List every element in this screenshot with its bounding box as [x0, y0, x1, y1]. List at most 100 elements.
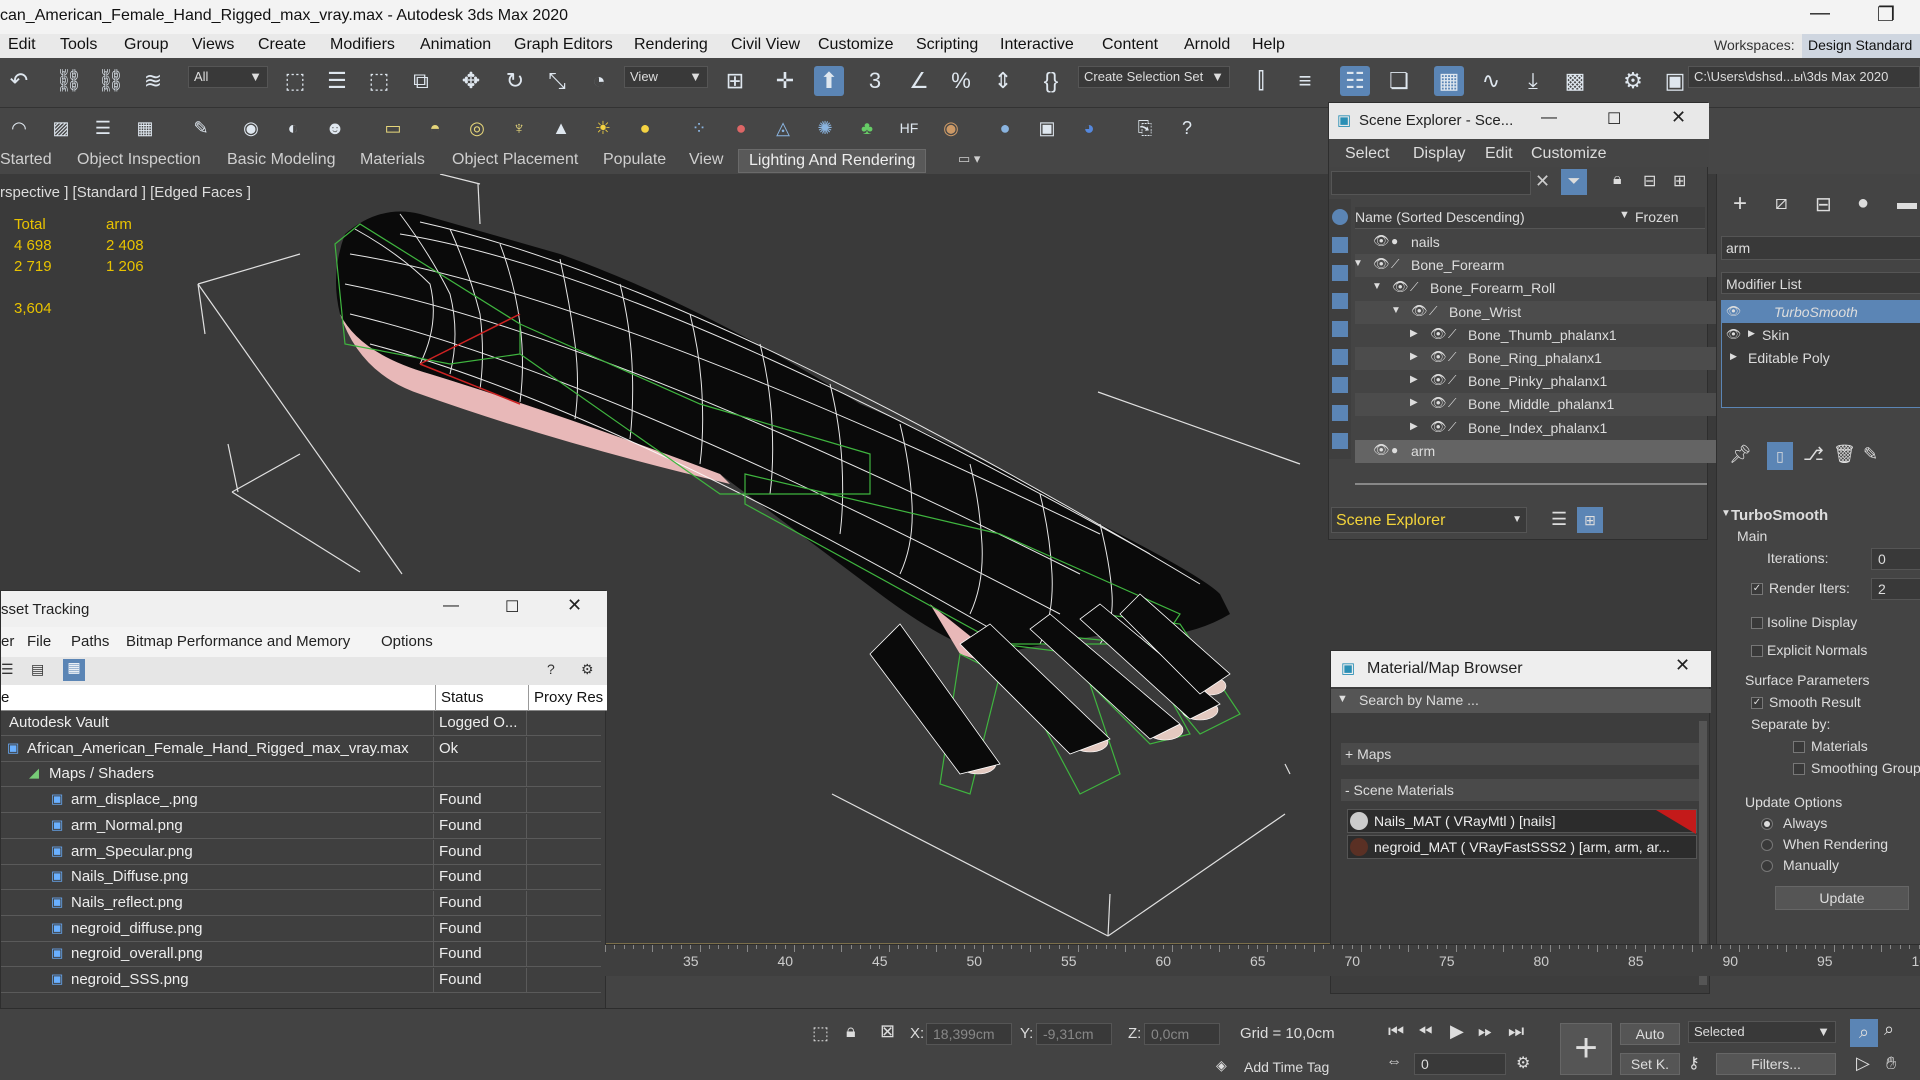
menu-modifiers[interactable]: Modifiers: [330, 36, 395, 54]
make-unique-icon[interactable]: ⎇: [1803, 444, 1824, 465]
list-icon[interactable]: ☰: [88, 113, 118, 143]
tree-item[interactable]: ▼ 👁︎ ⟋ Bone_Forearm_Roll: [1355, 277, 1735, 300]
shapes-filter-icon[interactable]: [1332, 237, 1348, 253]
menu-content[interactable]: Content: [1102, 36, 1158, 54]
menu-customize[interactable]: Customize: [818, 36, 894, 54]
absolute-mode-icon[interactable]: ⊠: [880, 1021, 895, 1042]
menu-civil-view[interactable]: Civil View: [731, 36, 800, 54]
minimize-button[interactable]: —: [1800, 2, 1840, 25]
tree-item[interactable]: ▶ 👁︎ ⟋ Bone_Index_phalanx1: [1355, 417, 1735, 440]
menu-tools[interactable]: Tools: [60, 36, 97, 54]
manually-radio[interactable]: [1761, 860, 1773, 872]
scene-materials-group[interactable]: - Scene Materials: [1341, 779, 1701, 801]
snaps-toggle-icon[interactable]: 3: [860, 66, 890, 96]
tree-item[interactable]: ▼ 👁︎ ⟋ Bone_Forearm: [1353, 254, 1735, 278]
expand-arrow-icon[interactable]: ▼: [1372, 281, 1382, 292]
menu-edit[interactable]: Edit: [1485, 145, 1513, 163]
materials-checkbox[interactable]: [1793, 741, 1805, 753]
image-icon[interactable]: ▨: [46, 113, 76, 143]
menu-arnold[interactable]: Arnold: [1184, 36, 1230, 54]
isoline-checkbox[interactable]: [1751, 617, 1763, 629]
sync-selection-icon[interactable]: ⊞: [1673, 171, 1686, 191]
maximize-button[interactable]: ☐: [505, 597, 519, 617]
next-frame-icon[interactable]: ⏩︎: [1478, 1021, 1492, 1042]
list-view-icon[interactable]: ☰: [1, 661, 14, 678]
tab-view[interactable]: View: [689, 151, 723, 169]
zoom-icon[interactable]: ⌕: [1850, 1019, 1878, 1047]
expand-arrow-icon[interactable]: ▼: [1353, 258, 1363, 269]
lasso-icon[interactable]: ◠: [4, 113, 34, 143]
mirror-icon[interactable]: ⫿: [1246, 66, 1276, 96]
tab-getting-started[interactable]: Started: [0, 151, 52, 169]
settings-icon[interactable]: ⚙: [581, 661, 594, 678]
ambient-light-icon[interactable]: ●: [630, 113, 660, 143]
time-config-icon[interactable]: ⚙: [1516, 1053, 1530, 1073]
selection-lock-icon[interactable]: 🔒︎: [846, 1021, 856, 1042]
lights-filter-icon[interactable]: [1332, 265, 1348, 281]
hierarchy-tab-icon[interactable]: ⊟: [1815, 192, 1832, 217]
proxy-icon[interactable]: ⁘: [684, 113, 714, 143]
vfb-icon[interactable]: ▣: [1032, 113, 1062, 143]
workspace-dropdown[interactable]: Design Standard: [1802, 34, 1920, 58]
when-rendering-radio[interactable]: [1761, 839, 1773, 851]
eye-icon[interactable]: 👁︎: [1411, 303, 1428, 319]
help-icon[interactable]: ?: [1172, 113, 1202, 143]
project-path-dropdown[interactable]: C:\Users\dshsd...ы\3ds Max 2020: [1688, 66, 1920, 88]
create-tab-icon[interactable]: +: [1733, 190, 1747, 218]
stack-item-turbosmooth[interactable]: 👁︎ TurboSmooth: [1722, 301, 1920, 323]
schematic-view-icon[interactable]: ⤓: [1518, 66, 1548, 96]
box-light-icon[interactable]: ▭: [378, 113, 408, 143]
menu-create[interactable]: Create: [258, 36, 306, 54]
stack-item-skin[interactable]: 👁︎ ▶ Skin: [1722, 324, 1920, 346]
clear-search-icon[interactable]: ✕: [1535, 171, 1550, 192]
col-proxy-header[interactable]: Proxy Res: [534, 689, 603, 706]
timeline-ruler[interactable]: 35 40 45 50 55 60 65 70 75 80 85 90 95 100: [605, 944, 1920, 976]
table-row[interactable]: ▣ negroid_SSS.png Found: [1, 968, 601, 993]
sphere-fade-icon[interactable]: ✺: [810, 113, 840, 143]
material-editor-icon[interactable]: ▩: [1560, 66, 1590, 96]
ies-light-icon[interactable]: ▲: [546, 113, 576, 143]
rotate-icon[interactable]: ↻: [500, 66, 530, 96]
table-row[interactable]: ▣ negroid_diffuse.png Found: [1, 916, 601, 942]
tree-item[interactable]: ▶ 👁︎ ⟋ Bone_Ring_phalanx1: [1355, 347, 1735, 370]
grid-icon[interactable]: ▦: [130, 113, 160, 143]
link-icon[interactable]: ⛓: [54, 66, 84, 96]
smoothing-groups-checkbox[interactable]: [1793, 763, 1805, 775]
layer-explorer-icon[interactable]: ❏: [1384, 66, 1414, 96]
pivot-center-icon[interactable]: ⊞: [720, 66, 750, 96]
table-row[interactable]: ▣ arm_Specular.png Found: [1, 839, 601, 865]
prev-frame-icon[interactable]: ⏪︎: [1418, 1021, 1432, 1042]
tab-basic-modeling[interactable]: Basic Modeling: [227, 151, 336, 169]
eye-icon[interactable]: 👁︎: [1430, 419, 1447, 435]
render-iters-checkbox[interactable]: ✓: [1751, 583, 1763, 595]
rect-region-icon[interactable]: ⬚: [364, 66, 394, 96]
tag-icon[interactable]: ◈: [1216, 1057, 1227, 1074]
table-row[interactable]: ▣ arm_displace_.png Found: [1, 788, 601, 814]
unlink-icon[interactable]: ⛓: [96, 66, 126, 96]
select-object-icon[interactable]: ⬚: [280, 66, 310, 96]
restore-button[interactable]: ❐: [1866, 2, 1906, 27]
expand-arrow-icon[interactable]: ▶: [1410, 397, 1418, 408]
selection-set-dropdown[interactable]: Create Selection Set ▼: [1078, 66, 1230, 88]
table-view-icon[interactable]: ▦: [63, 659, 85, 681]
menu-animation[interactable]: Animation: [420, 36, 491, 54]
maps-group[interactable]: + Maps: [1341, 743, 1701, 765]
goto-end-icon[interactable]: ⏭: [1508, 1021, 1524, 1042]
table-row[interactable]: Autodesk Vault Logged O...: [1, 711, 601, 736]
motion-tab-icon[interactable]: ●: [1857, 192, 1869, 215]
close-button[interactable]: ✕: [1675, 655, 1690, 676]
auto-key-button[interactable]: Auto: [1620, 1023, 1680, 1045]
key-icon[interactable]: ⚷: [1688, 1053, 1700, 1073]
stack-item-editable-poly[interactable]: ▶ Editable Poly: [1722, 347, 1920, 369]
dome-light-icon[interactable]: ◓: [420, 113, 450, 143]
mtl-icon[interactable]: ◉: [936, 113, 966, 143]
tab-object-inspection[interactable]: Object Inspection: [77, 151, 201, 169]
menu-interactive[interactable]: Interactive: [1000, 36, 1074, 54]
camera-icon[interactable]: ◉: [236, 113, 266, 143]
eye-icon[interactable]: 👁︎: [1373, 233, 1390, 249]
tree-item[interactable]: ▶ 👁︎ ⟋ Bone_Pinky_phalanx1: [1355, 370, 1735, 393]
minimize-button[interactable]: —: [1541, 109, 1557, 127]
expand-arrow-icon[interactable]: ▶: [1730, 351, 1737, 362]
add-time-tag-label[interactable]: Add Time Tag: [1244, 1059, 1329, 1075]
eye-icon[interactable]: 👁︎: [1726, 327, 1741, 341]
